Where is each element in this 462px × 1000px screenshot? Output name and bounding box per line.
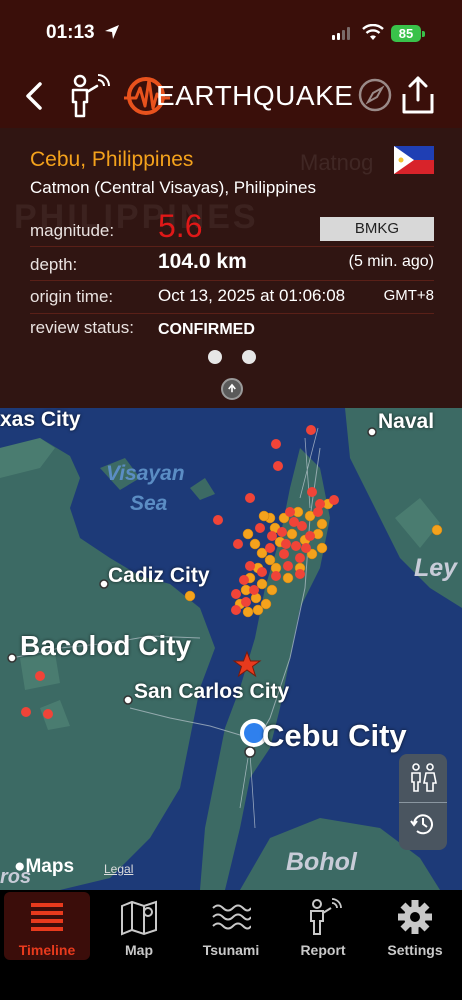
compass-icon[interactable] [358,78,392,112]
tab-timeline[interactable]: Timeline [4,892,90,960]
folded-map-icon [121,900,157,936]
timezone: GMT+8 [383,287,434,304]
depth-value: 104.0 km [158,250,247,273]
depth-row: depth: 104.0 km (5 min. ago) [30,248,434,281]
nav-bar: EARTHQUAKE [0,64,462,128]
maps-brand-text: Maps [25,856,75,877]
map-label-island: Bohol [286,848,357,876]
page-dot[interactable] [208,350,222,364]
page-indicator[interactable] [208,350,256,364]
origin-time-label: origin time: [30,287,114,306]
tab-tsunami[interactable]: Tsunami [188,892,274,960]
tab-label: Map [125,942,153,958]
tab-report[interactable]: Report [280,892,366,960]
magnitude-label: magnitude: [30,221,115,240]
tab-map[interactable]: Map [96,892,182,960]
map-label-city: Naval [378,410,435,433]
map-label-city: San Carlos City [134,680,290,703]
depth-label: depth: [30,255,78,274]
person-reporting-icon[interactable] [64,72,112,120]
city-dot [99,579,109,589]
people-icon[interactable] [407,762,439,794]
user-location-dot[interactable] [244,723,264,743]
location-arrow-icon [105,25,119,39]
map-view[interactable]: xas City Naval Visayan Sea Cadiz City Ba… [0,408,462,890]
philippines-flag-icon [394,146,434,174]
page-dot[interactable] [242,350,256,364]
status-time: 01:13 [46,22,95,43]
tab-settings[interactable]: Settings [372,892,458,960]
map-label-city: Bacolod City [20,630,192,661]
apple-logo-icon: ● [14,856,26,877]
city-dot [7,653,17,663]
city-dot [367,427,377,437]
waves-icon [212,904,251,930]
city-dot [244,746,256,758]
review-status-label: review status: [30,318,134,337]
map-controls-divider [399,802,447,803]
legal-link[interactable]: Legal [104,862,133,876]
app-logo: EARTHQUAKE [124,72,374,120]
wifi-icon [362,24,384,40]
review-status-value: CONFIRMED [158,321,255,338]
city-dot [123,695,133,705]
cellular-signal-icon [332,27,350,40]
tab-label: Report [300,942,346,958]
source-badge[interactable]: BMKG [320,217,434,241]
battery-tip [422,31,425,37]
time-ago: (5 min. ago) [348,253,434,270]
origin-time-row: origin time: Oct 13, 2025 at 01:06:08 GM… [30,281,434,314]
origin-time-value: Oct 13, 2025 at 01:06:08 [158,286,346,305]
status-bar: 01:13 85 [0,0,462,64]
expand-arrow-icon[interactable] [221,378,243,400]
tab-label: Settings [387,942,443,958]
map-label-city: xas City [0,408,81,431]
tab-label: Timeline [18,942,76,958]
background-map-label-town: Matnog [300,150,374,175]
event-subregion: Catmon (Central Visayas), Philippines [30,178,316,197]
magnitude-row: magnitude: 5.6 BMKG [30,208,434,247]
history-icon[interactable] [409,810,437,838]
map-controls [399,754,447,850]
battery-indicator: 85 [391,25,421,42]
tab-bar: Timeline Map Tsunami Report Settings [0,890,462,1000]
earthquake-info-panel[interactable]: PHILIPPINES Matnog Cebu, Philippines Cat… [0,128,462,408]
person-reporting-icon [310,898,342,935]
event-place: Cebu, Philippines [30,148,194,171]
magnitude-value: 5.6 [158,208,203,244]
back-chevron-icon[interactable] [20,80,50,112]
map-label-sea: Sea [130,492,168,515]
timeline-list-icon [31,903,63,931]
map-label-island: Ley [414,554,458,582]
maps-attribution[interactable]: ●Maps [14,856,74,878]
gear-icon [398,900,432,934]
map-label-city: Cadiz City [108,564,210,587]
tab-label: Tsunami [202,942,260,958]
review-status-row: review status: CONFIRMED [30,314,434,347]
share-icon[interactable] [398,74,438,116]
map-label-sea: Visayan [106,462,185,485]
app-title: EARTHQUAKE [156,80,354,111]
map-label-city: Cebu City [262,718,407,753]
